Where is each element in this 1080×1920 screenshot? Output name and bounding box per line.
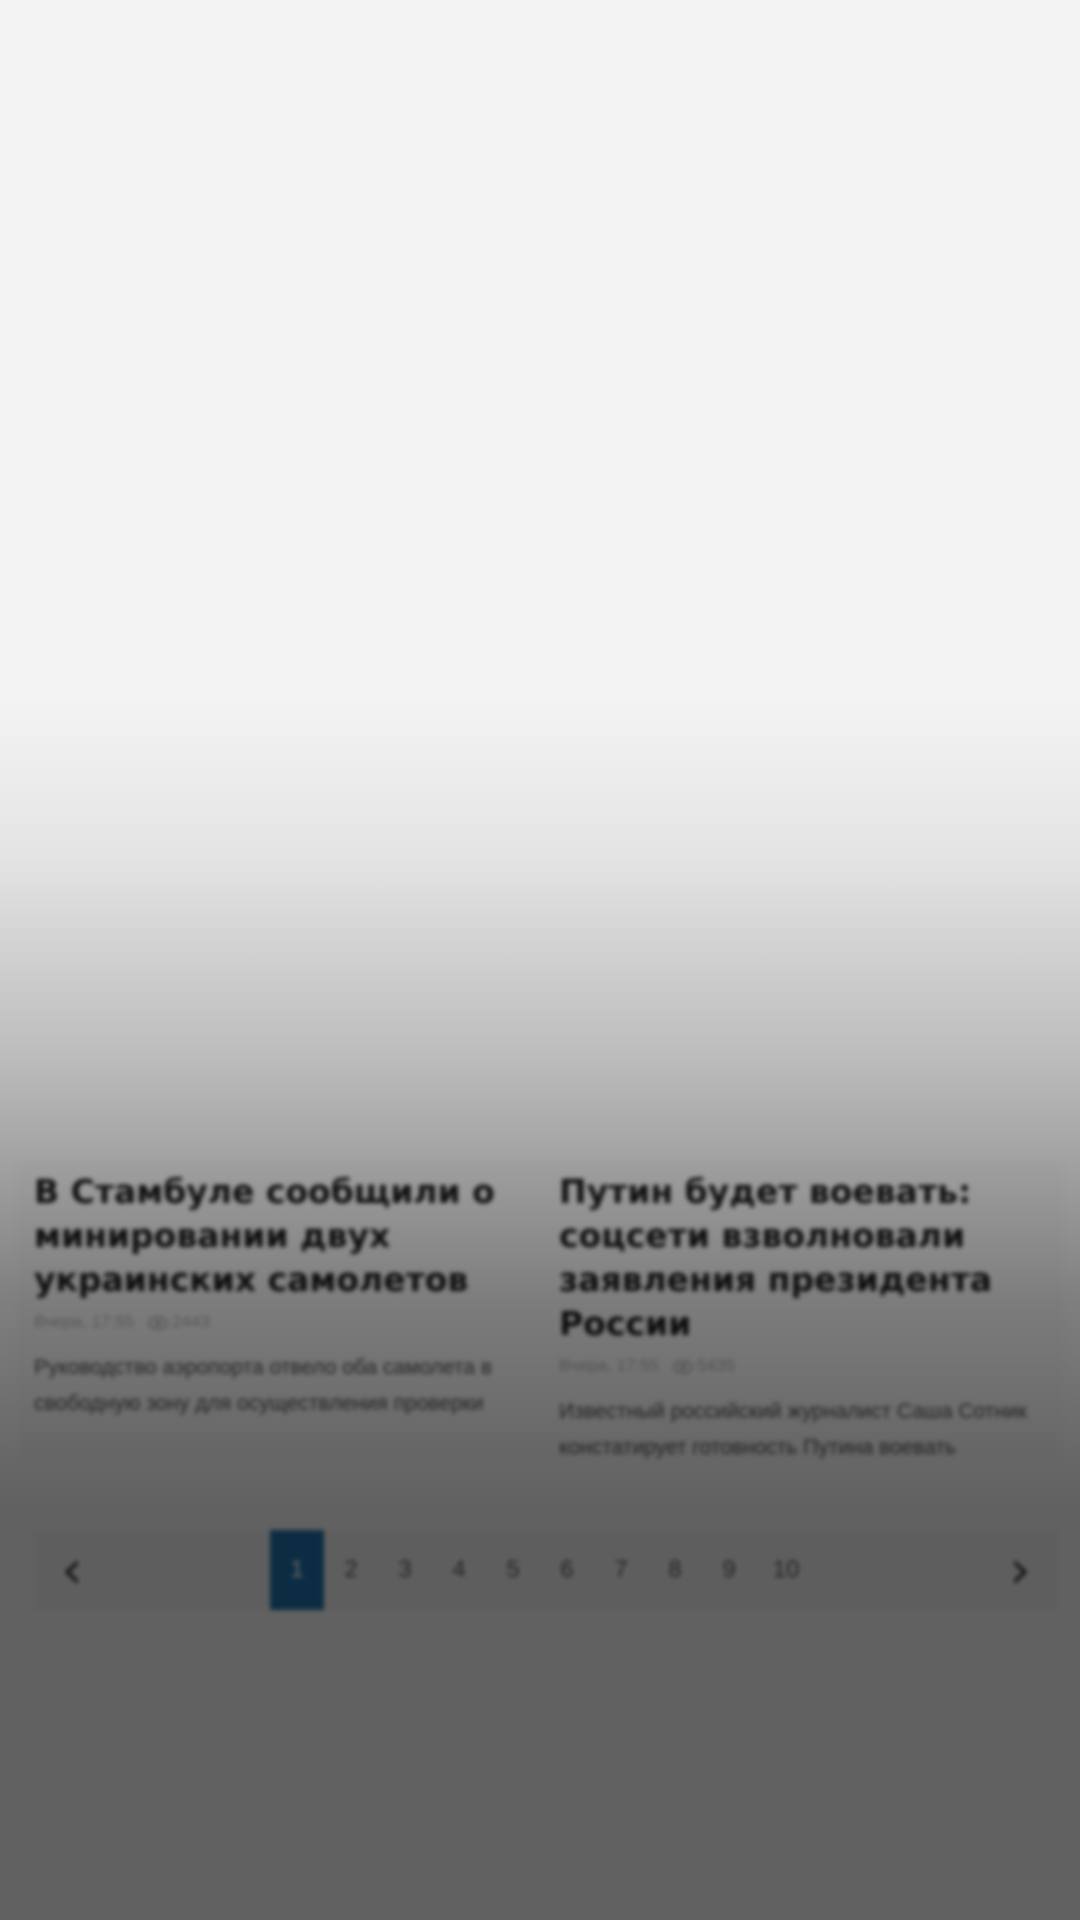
page: В Стамбуле сообщили о минировании двух у… bbox=[0, 0, 1080, 1920]
article-grid: В Стамбуле сообщили о минировании двух у… bbox=[16, 1160, 1064, 1460]
page-button-3[interactable]: 3 bbox=[378, 1530, 432, 1610]
page-button-10[interactable]: 10 bbox=[756, 1530, 816, 1610]
page-button-5[interactable]: 5 bbox=[486, 1530, 540, 1610]
page-button-6[interactable]: 6 bbox=[540, 1530, 594, 1610]
article-date: Вчера, 17:55 bbox=[559, 1356, 659, 1375]
pagination: ‹ 1 2 3 4 5 6 7 8 9 10 › bbox=[32, 1530, 1060, 1610]
page-button-4[interactable]: 4 bbox=[432, 1530, 486, 1610]
article-description: Известный российский журналист Саша Сотн… bbox=[559, 1400, 1027, 1459]
article-views: 2443 bbox=[147, 1312, 210, 1332]
article-title[interactable]: Путин будет воевать: соцсети взволновали… bbox=[559, 1170, 1049, 1346]
page-numbers: 1 2 3 4 5 6 7 8 9 10 bbox=[270, 1530, 816, 1610]
article-date: Вчера, 17:55 bbox=[34, 1312, 134, 1331]
article-description: Руководство аэропорта отвело оба самолет… bbox=[34, 1356, 493, 1415]
eye-icon bbox=[672, 1359, 693, 1374]
article-card[interactable]: В Стамбуле сообщили о минировании двух у… bbox=[34, 1170, 524, 1422]
page-button-8[interactable]: 8 bbox=[648, 1530, 702, 1610]
article-meta: Вчера, 17:55 2443 bbox=[34, 1312, 524, 1332]
views-count: 2443 bbox=[171, 1312, 210, 1331]
article-card[interactable]: Путин будет воевать: соцсети взволновали… bbox=[559, 1170, 1049, 1466]
chevron-right-icon[interactable]: › bbox=[992, 1542, 1048, 1598]
page-button-1[interactable]: 1 bbox=[270, 1530, 324, 1610]
eye-icon bbox=[147, 1315, 168, 1330]
news-feed: В Стамбуле сообщили о минировании двух у… bbox=[0, 0, 1080, 1920]
article-meta: Вчера, 17:55 5435 bbox=[559, 1356, 1049, 1376]
chevron-left-icon[interactable]: ‹ bbox=[44, 1542, 100, 1598]
page-button-9[interactable]: 9 bbox=[702, 1530, 756, 1610]
article-title[interactable]: В Стамбуле сообщили о минировании двух у… bbox=[34, 1170, 524, 1302]
page-button-2[interactable]: 2 bbox=[324, 1530, 378, 1610]
views-count: 5435 bbox=[696, 1356, 735, 1375]
article-views: 5435 bbox=[672, 1356, 735, 1376]
page-button-7[interactable]: 7 bbox=[594, 1530, 648, 1610]
